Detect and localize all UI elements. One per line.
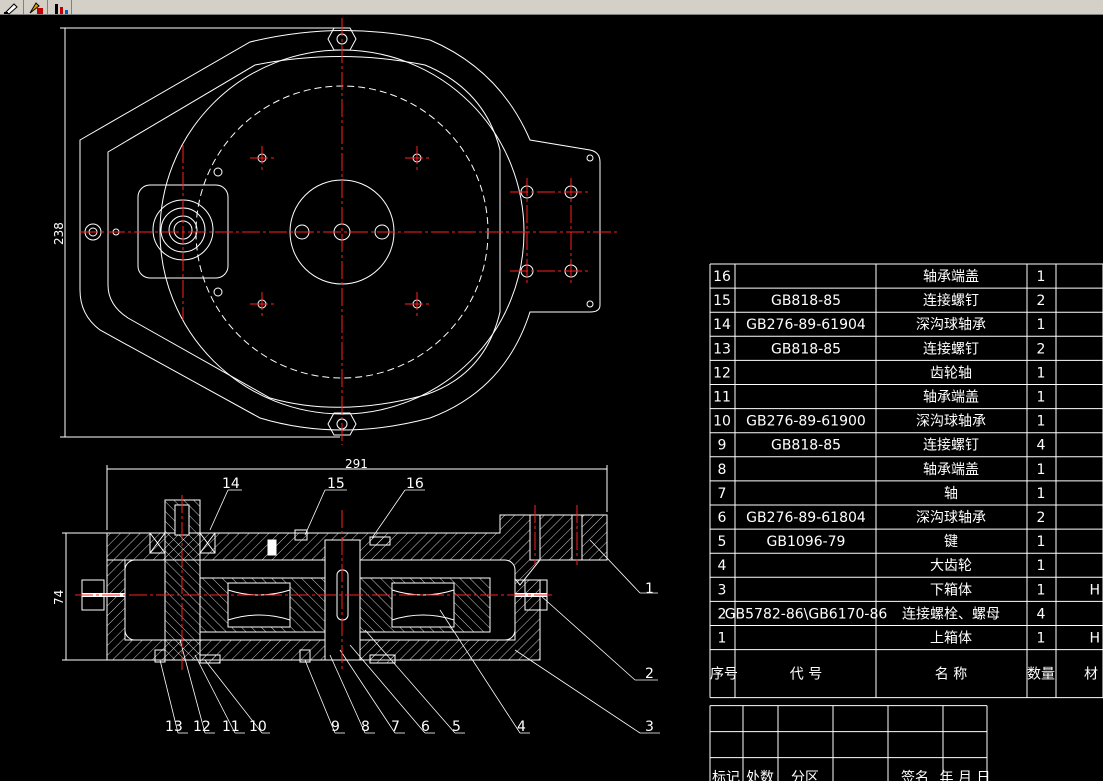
bom-cell-qty: 1: [1037, 558, 1046, 574]
text-style-icon: [29, 2, 43, 14]
top-view-centerlines: [80, 18, 620, 445]
bom-cell-no: 9: [718, 438, 727, 454]
bom-cell-name: 深沟球轴承: [916, 414, 986, 430]
balloon-15: 15: [327, 476, 345, 492]
bom-header-no: 序号: [710, 667, 738, 683]
cad-drawing-canvas[interactable]: 2 3 8 291 74 14 15 16 1 2 3 4 5 6 7 8 9 10…: [0, 15, 1103, 781]
bom-cell-name: 键: [944, 534, 958, 550]
bom-cell-no: 6: [718, 510, 727, 526]
bom-cell-no: 10: [713, 414, 731, 430]
bom-cell-qty: 1: [1037, 390, 1046, 406]
bom-cell-qty: 1: [1037, 582, 1046, 598]
bom-cell-name: 轴承端盖: [923, 390, 979, 406]
bom-cell-name: 深沟球轴承: [916, 317, 986, 333]
bom-cell-qty: 1: [1037, 317, 1046, 333]
bom-cell-no: 13: [713, 341, 731, 357]
bom-cell-no: 7: [718, 486, 727, 502]
bom-cell-name: 连接螺栓、螺母: [902, 605, 1000, 622]
title-block-label: 签名: [901, 769, 929, 781]
bom-cell-name: 轴承端盖: [923, 462, 979, 478]
bom-cell-qty: 1: [1037, 269, 1046, 285]
bom-cell-code: GB276-89-61904: [746, 317, 866, 333]
balloon-1: 1: [645, 581, 654, 597]
balloon-3: 3: [645, 719, 654, 735]
pen-tool-icon: [4, 3, 18, 15]
bom-header-qty: 数量: [1027, 667, 1055, 683]
bom-cell-name: 上箱体: [930, 631, 972, 647]
bom-cell-qty: 1: [1037, 414, 1046, 430]
bom-cell-name: 齿轮轴: [930, 365, 972, 381]
bom-cell-no: 12: [713, 365, 731, 381]
balloon-12: 12: [193, 719, 211, 735]
bom-cell-code: GB818-85: [771, 341, 841, 357]
bom-cell-no: 4: [718, 558, 727, 574]
bom-cell-no: 15: [713, 293, 731, 309]
toolbar-button-pen[interactable]: [0, 0, 24, 15]
balloon-16: 16: [406, 476, 424, 492]
balloon-10: 10: [249, 719, 267, 735]
bom-table: 16 轴承端盖 115 GB818-85 连接螺钉 214 GB276-89-61904 深沟…: [709, 263, 1103, 781]
bom-cell-code: GB5782-86\GB6170-86: [725, 606, 888, 622]
bom-cell-qty: 4: [1037, 606, 1046, 622]
balloon-8: 8: [361, 719, 370, 735]
title-block-label: 年 月 日: [940, 770, 991, 781]
title-block-label: 分区: [791, 770, 819, 781]
bom-cell-no: 11: [713, 390, 731, 406]
bom-cell-qty: 1: [1037, 486, 1046, 502]
bom-cell-no: 1: [718, 631, 727, 647]
bom-header-code: 代 号: [790, 667, 822, 683]
bom-cell-qty: 4: [1037, 438, 1046, 454]
bom-cell-code: GB1096-79: [767, 534, 846, 550]
chart-style-icon: [55, 4, 68, 14]
balloon-11: 11: [222, 719, 240, 735]
bom-cell-extra: H: [1089, 582, 1100, 598]
title-block-label: 处数: [746, 770, 774, 781]
dim-width-bottom: 291: [345, 457, 368, 471]
dim-height-bottom: 74: [52, 590, 66, 605]
bom-cell-no: 3: [718, 582, 727, 598]
balloon-4: 4: [517, 719, 526, 735]
bom-cell-name: 下箱体: [930, 582, 972, 598]
balloon-9: 9: [331, 719, 340, 735]
balloon-6: 6: [421, 719, 430, 735]
bom-cell-name: 深沟球轴承: [916, 510, 986, 526]
bom-cell-extra: H: [1089, 631, 1100, 647]
dim-height-top: 238: [52, 222, 66, 245]
bom-cell-name: 轴: [944, 486, 958, 502]
bom-cell-qty: 2: [1037, 341, 1046, 357]
bom-cell-name: 轴承端盖: [923, 269, 979, 285]
bom-cell-name: 连接螺钉: [923, 292, 979, 309]
bom-header-extra: 材: [1084, 667, 1098, 683]
bom-cell-qty: 1: [1037, 365, 1046, 381]
bom-cell-name: 连接螺钉: [923, 437, 979, 454]
toolbar-button-text-style[interactable]: [24, 0, 48, 14]
bom-cell-name: 大齿轮: [930, 558, 972, 574]
bom-cell-code: GB276-89-61900: [746, 414, 866, 430]
toolbar-button-chart-style[interactable]: [48, 0, 72, 14]
bom-cell-qty: 2: [1037, 510, 1046, 526]
balloon-14: 14: [222, 476, 240, 492]
bom-cell-code: GB818-85: [771, 293, 841, 309]
bom-cell-no: 8: [718, 462, 727, 478]
balloon-7: 7: [391, 719, 400, 735]
bom-cell-name: 连接螺钉: [923, 340, 979, 357]
bom-cell-no: 14: [713, 317, 731, 333]
bom-header-name: 名 称: [935, 667, 967, 683]
bom-cell-qty: 1: [1037, 462, 1046, 478]
bom-cell-code: GB276-89-61804: [746, 510, 866, 526]
bom-cell-qty: 1: [1037, 631, 1046, 647]
balloon-2: 2: [645, 666, 654, 682]
title-block-label: 标记: [712, 770, 740, 781]
section-view: [62, 465, 660, 734]
bom-cell-code: GB818-85: [771, 438, 841, 454]
balloon-13: 13: [165, 719, 183, 735]
toolbar: [0, 0, 1103, 15]
bom-cell-qty: 2: [1037, 293, 1046, 309]
balloon-5: 5: [452, 719, 461, 735]
bom-cell-qty: 1: [1037, 534, 1046, 550]
bom-cell-no: 5: [718, 534, 727, 550]
bom-cell-no: 16: [713, 269, 731, 285]
